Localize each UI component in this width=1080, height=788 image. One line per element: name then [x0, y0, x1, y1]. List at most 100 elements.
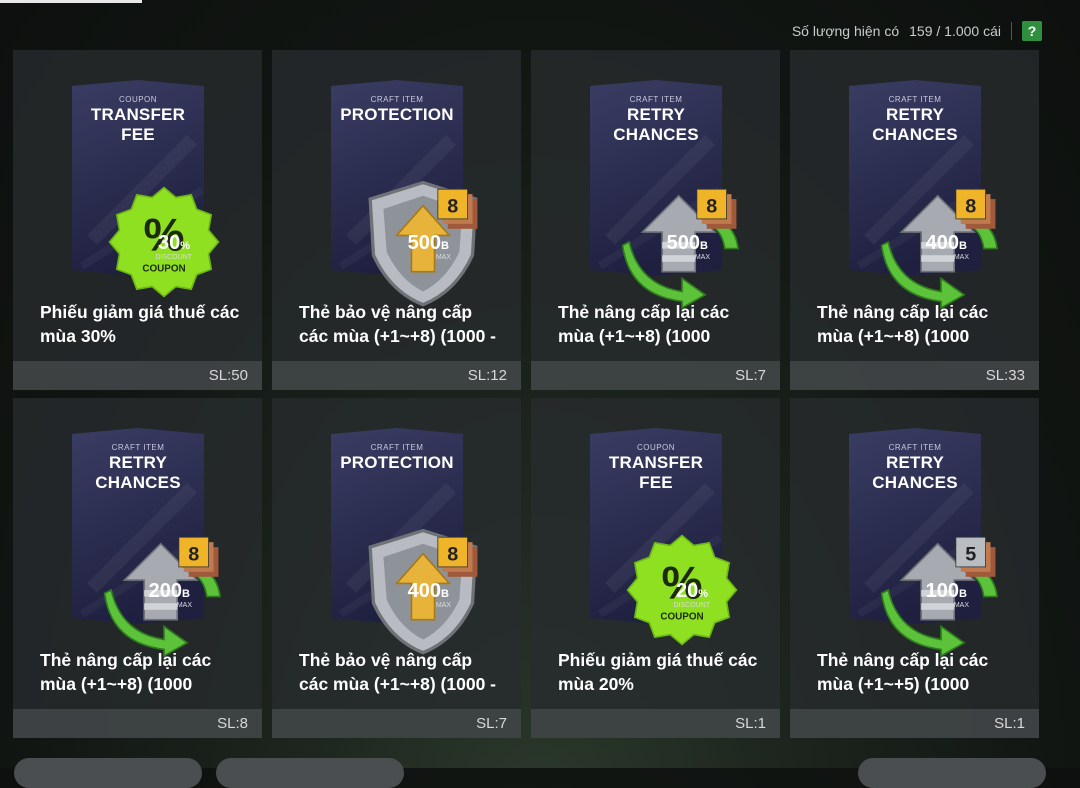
item-footer: SL:12 — [272, 361, 521, 390]
card-value: 400B — [408, 580, 449, 603]
item-footer: SL:1 — [790, 709, 1039, 738]
svg-text:8: 8 — [706, 195, 717, 217]
card-type: RETRY CHANCES — [95, 453, 181, 492]
card-sublabel: MAX — [953, 602, 969, 609]
card-value-number: 30 — [157, 232, 181, 254]
quantity-label: Số lượng hiện có — [791, 23, 900, 39]
svg-text:8: 8 — [447, 543, 458, 565]
item-card[interactable]: COUPON TRANSFER FEE% COUPON 30% DISCOUNT Phiế… — [13, 50, 262, 390]
item-footer: SL:7 — [272, 709, 521, 738]
item-card-art: CRAFT ITEM RETRY CHANCES 8 500B MAX — [590, 80, 740, 310]
item-card-art: CRAFT ITEM RETRY CHANCES 8 400B MAX — [849, 80, 999, 310]
card-value-unit: % — [698, 588, 708, 600]
card-category: COUPON — [636, 443, 676, 452]
retry-arrow-icon: 8 — [98, 492, 222, 658]
card-value-number: 500 — [407, 232, 442, 254]
coupon-badge-icon: % COUPON — [616, 492, 738, 646]
item-card[interactable]: CRAFT ITEM RETRY CHANCES 8 400B MAX Thẻ nâng … — [790, 50, 1039, 390]
card-category: COUPON — [118, 95, 158, 104]
shield-upgrade-icon: 8 — [357, 492, 478, 655]
card-value: 500B — [667, 232, 708, 255]
retry-arrow-icon: 8 — [875, 144, 999, 310]
card-value: 500B — [408, 232, 449, 255]
item-footer: SL:8 — [13, 709, 262, 738]
svg-text:5: 5 — [965, 543, 976, 565]
card-value: 100B — [926, 580, 967, 603]
card-type: PROTECTION — [340, 105, 454, 124]
retry-arrow-icon: 8 — [616, 144, 740, 310]
divider — [1011, 22, 1012, 40]
quantity-value: 159 / 1.000 cái — [909, 23, 1001, 39]
card-sublabel: MAX — [694, 254, 710, 261]
item-card-art: CRAFT ITEM RETRY CHANCES 8 200B MAX — [72, 428, 222, 658]
card-value: 400B — [926, 232, 967, 255]
shield-upgrade-icon: 8 — [357, 144, 478, 307]
item-quantity: SL:33 — [985, 367, 1025, 384]
card-category: CRAFT ITEM — [370, 95, 424, 104]
card-type: TRANSFER FEE — [90, 105, 186, 144]
card-category: CRAFT ITEM — [629, 95, 683, 104]
bottom-action-button-2[interactable] — [216, 758, 404, 788]
item-footer: SL:33 — [790, 361, 1039, 390]
card-sublabel: DISCOUNT — [673, 602, 710, 609]
item-card-art: CRAFT ITEM RETRY CHANCES 5 100B MAX — [849, 428, 999, 658]
item-footer: SL:1 — [531, 709, 780, 738]
bottom-action-button-3[interactable] — [858, 758, 1046, 788]
card-sublabel: MAX — [176, 602, 192, 609]
card-value-number: 400 — [925, 232, 960, 254]
card-category: CRAFT ITEM — [111, 443, 165, 452]
item-quantity: SL:12 — [467, 367, 507, 384]
item-quantity: SL:50 — [208, 367, 248, 384]
item-card[interactable]: CRAFT ITEM PROTECTION 8 500B MAX Thẻ bảo vệ n… — [272, 50, 521, 390]
item-quantity: SL:7 — [476, 715, 507, 732]
item-title: Thẻ nâng cấp lại các mùa (+1~+8) (1000 -… — [40, 650, 212, 694]
item-title: Thẻ nâng cấp lại các mùa (+1~+8) (1000 -… — [817, 302, 989, 346]
retry-arrow-icon: 5 — [875, 492, 999, 658]
card-sublabel: MAX — [435, 254, 451, 261]
card-type: TRANSFER FEE — [608, 453, 704, 492]
svg-text:COUPON: COUPON — [660, 612, 703, 623]
bottom-action-button-1[interactable] — [14, 758, 202, 788]
item-title: Phiếu giảm giá thuế các mùa 30% — [40, 302, 240, 346]
card-value-unit: B — [700, 240, 708, 252]
svg-text:COUPON: COUPON — [142, 264, 185, 275]
item-title: Thẻ nâng cấp lại các mùa (+1~+5) (1000 -… — [817, 650, 989, 694]
card-type: RETRY CHANCES — [872, 453, 958, 492]
item-quantity: SL:1 — [735, 715, 766, 732]
card-type: RETRY CHANCES — [872, 105, 958, 144]
top-indicator-line — [0, 0, 142, 3]
card-value: 200B — [149, 580, 190, 603]
item-quantity: SL:1 — [994, 715, 1025, 732]
card-category: CRAFT ITEM — [370, 443, 424, 452]
card-value-unit: B — [441, 240, 449, 252]
card-value-number: 500 — [666, 232, 701, 254]
item-card[interactable]: CRAFT ITEM RETRY CHANCES 5 100B MAX Thẻ nâng … — [790, 398, 1039, 738]
svg-text:8: 8 — [447, 195, 458, 217]
inventory-status-bar: Số lượng hiện có 159 / 1.000 cái ? — [792, 18, 1042, 44]
card-type: PROTECTION — [340, 453, 454, 472]
item-card-art: COUPON TRANSFER FEE% COUPON 20% DISCOUNT — [590, 428, 738, 646]
card-value-unit: B — [441, 588, 449, 600]
item-card-art: CRAFT ITEM PROTECTION 8 400B MAX — [331, 428, 478, 655]
card-value-unit: % — [180, 240, 190, 252]
item-title: Thẻ nâng cấp lại các mùa (+1~+8) (1000 -… — [558, 302, 730, 346]
item-card[interactable]: CRAFT ITEM RETRY CHANCES 8 500B MAX Thẻ nâng … — [531, 50, 780, 390]
item-card[interactable]: CRAFT ITEM RETRY CHANCES 8 200B MAX Thẻ nâng … — [13, 398, 262, 738]
card-value-number: 400 — [407, 580, 442, 602]
card-category: CRAFT ITEM — [888, 95, 942, 104]
item-quantity: SL:7 — [735, 367, 766, 384]
card-sublabel: MAX — [953, 254, 969, 261]
card-value: 20% — [676, 580, 708, 603]
card-value-unit: B — [182, 588, 190, 600]
item-title: Phiếu giảm giá thuế các mùa 20% — [558, 650, 758, 694]
card-value-unit: B — [959, 588, 967, 600]
coupon-badge-icon: % COUPON — [98, 144, 220, 298]
item-title: Thẻ bảo vệ nâng cấp các mùa (+1~+8) (100… — [299, 302, 496, 346]
item-card[interactable]: COUPON TRANSFER FEE% COUPON 20% DISCOUNT Phiế… — [531, 398, 780, 738]
card-value-number: 100 — [925, 580, 960, 602]
item-card[interactable]: CRAFT ITEM PROTECTION 8 400B MAX Thẻ bảo vệ n… — [272, 398, 521, 738]
item-card-art: CRAFT ITEM PROTECTION 8 500B MAX — [331, 80, 478, 307]
help-button[interactable]: ? — [1022, 21, 1042, 41]
card-category: CRAFT ITEM — [888, 443, 942, 452]
item-footer: SL:7 — [531, 361, 780, 390]
